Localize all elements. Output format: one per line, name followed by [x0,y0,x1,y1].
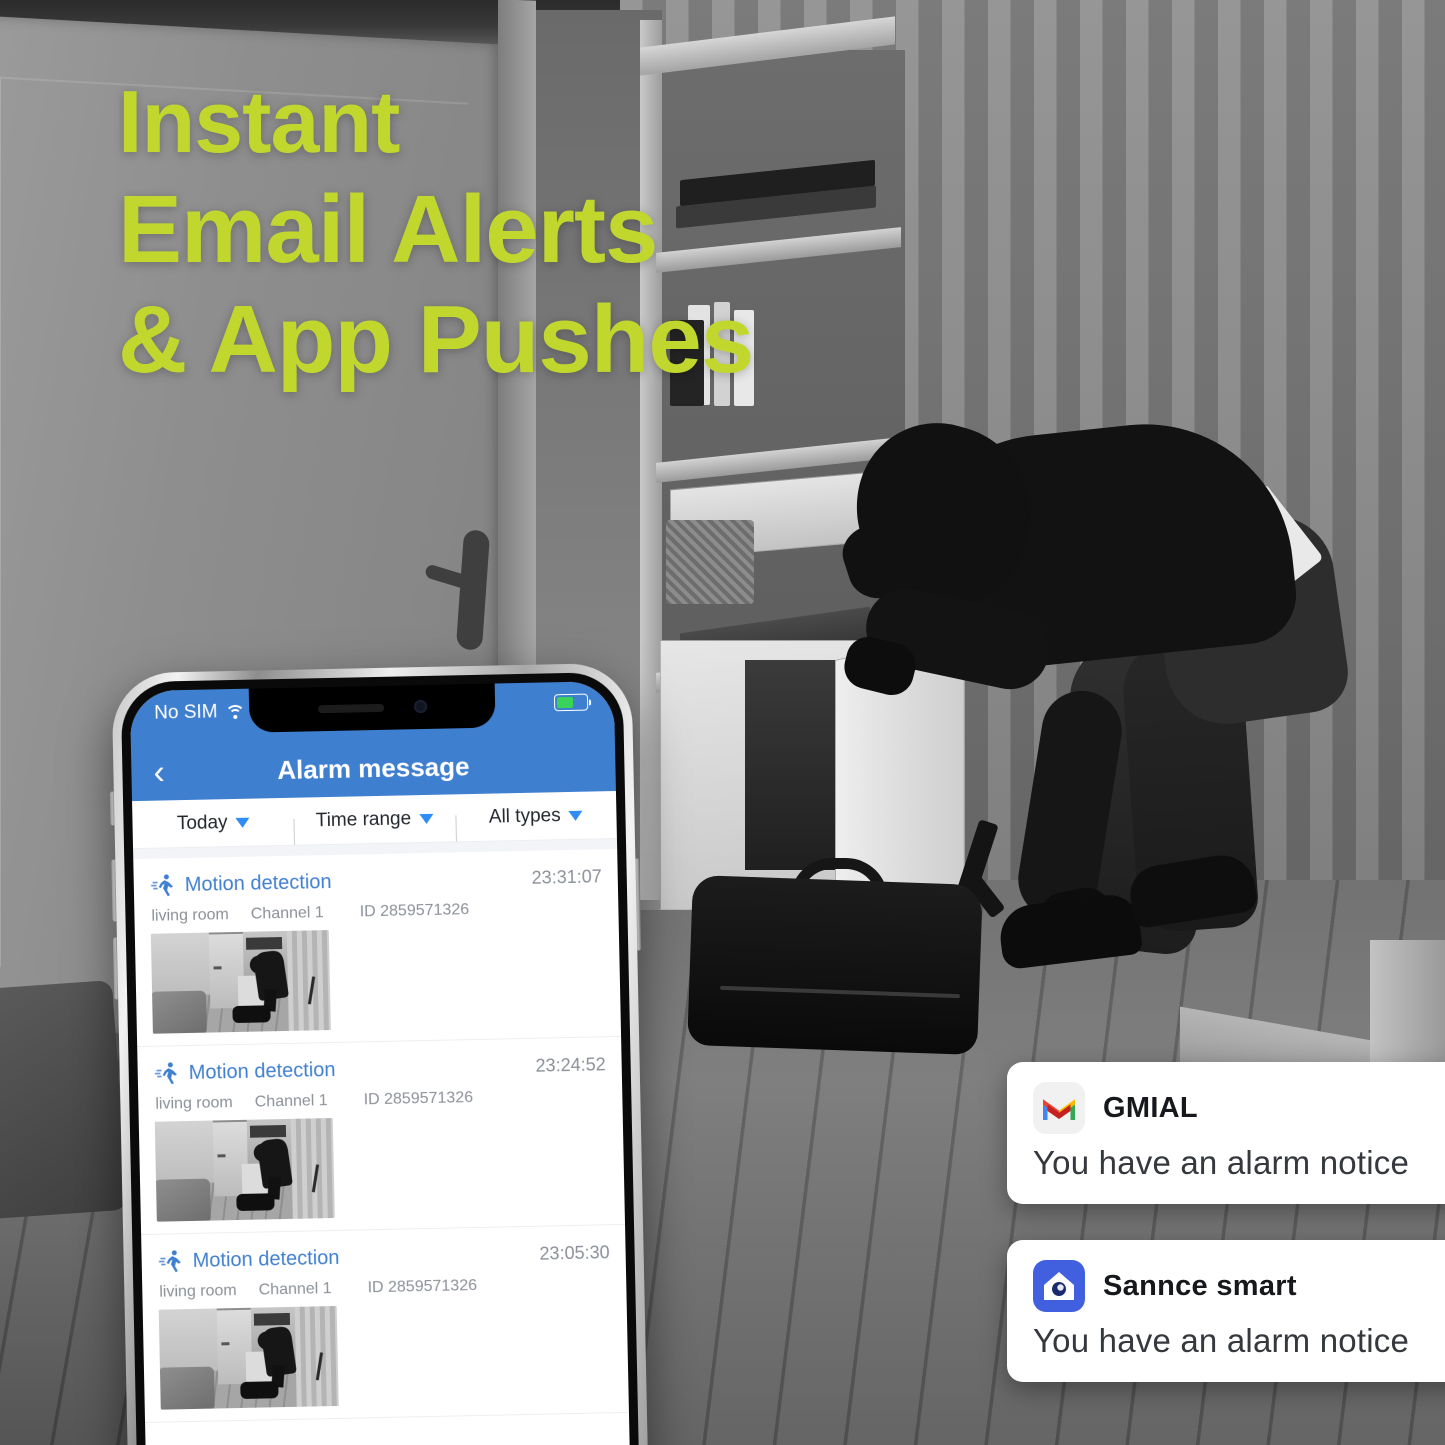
filter-all-types[interactable]: All types [455,803,617,828]
alert-list-item[interactable]: Motion detection 23:31:07 living room Ch… [133,848,622,1048]
alert-metadata: living room Channel 1 ID 2859571326 [151,898,602,925]
alert-list-item[interactable]: Motion detection 23:05:30 living room Ch… [141,1224,629,1423]
filter-time-range-label: Time range [315,807,412,831]
running-person-icon [158,1250,181,1273]
filter-today-label: Today [176,811,228,834]
phone-screen: No SIM ‹ Alarm message Today Time range … [129,681,631,1445]
alert-location: living room [151,906,229,925]
alert-location: living room [159,1282,237,1301]
alert-type-label: Motion detection [184,870,332,896]
notification-card-gmail[interactable]: GMIAL You have an alarm notice [1007,1062,1445,1204]
phone-notch [248,682,496,733]
notification-header: Sannce smart [1033,1260,1445,1312]
gmail-icon [1033,1082,1085,1134]
headline-line-1: Instant [118,72,400,171]
front-camera-icon [413,699,427,714]
phone-mockup: No SIM ‹ Alarm message Today Time range … [109,662,649,1445]
earpiece-speaker-icon [317,703,384,713]
chevron-down-icon [235,817,250,828]
notification-app-name: GMIAL [1103,1091,1198,1124]
notification-message: You have an alarm notice [1033,1144,1410,1181]
back-chevron-icon[interactable]: ‹ [153,753,188,791]
filter-all-types-label: All types [488,804,561,828]
alert-channel: Channel 1 [250,904,324,923]
alert-channel: Channel 1 [258,1280,332,1299]
alert-type-label: Motion detection [192,1246,340,1272]
notification-card-sannce[interactable]: Sannce smart You have an alarm notice [1007,1240,1445,1382]
headline-overlay: Instant Email Alerts & App Pushes [118,72,754,393]
headline-line-2: Email Alerts [118,176,658,283]
page-title: Alarm message [276,750,470,785]
alert-timestamp: 23:31:07 [531,865,602,888]
alert-id: ID 2859571326 [367,1277,478,1297]
headline-line-3: & App Pushes [118,286,754,393]
alert-location: living room [155,1094,233,1113]
notification-message: You have an alarm notice [1033,1322,1410,1359]
alert-timestamp: 23:24:52 [535,1053,606,1076]
alert-thumbnail[interactable] [154,1117,335,1222]
burglar-shoe [996,891,1144,971]
running-person-icon [151,874,174,897]
battery-icon [553,693,589,712]
alert-id: ID 2859571326 [359,901,470,921]
alert-header: Motion detection 23:05:30 [157,1239,610,1274]
chevron-down-icon [419,813,434,824]
filter-today[interactable]: Today [132,810,294,835]
alert-id: ID 2859571326 [363,1089,474,1109]
status-bar-right [553,693,589,712]
app-nav-bar: ‹ Alarm message [130,735,616,802]
alert-timestamp: 23:05:30 [539,1241,610,1264]
running-person-icon [155,1062,177,1085]
filter-time-range[interactable]: Time range [294,807,456,832]
duffel-bag [687,874,983,1056]
alert-header: Motion detection 23:24:52 [153,1051,606,1086]
alert-thumbnail[interactable] [150,930,331,1034]
notification-app-name: Sannce smart [1103,1269,1297,1302]
alert-header: Motion detection 23:31:07 [150,863,602,898]
alert-list-item[interactable]: Motion detection 23:24:52 living room Ch… [137,1036,626,1236]
alert-channel: Channel 1 [254,1092,328,1111]
notification-header: GMIAL [1033,1082,1445,1134]
phone-frame: No SIM ‹ Alarm message Today Time range … [111,662,649,1445]
sofa-corner [0,980,128,1220]
alert-type-label: Motion detection [188,1058,336,1084]
chevron-down-icon [568,810,583,821]
alert-metadata: living room Channel 1 ID 2859571326 [159,1274,610,1301]
battery-fill [556,696,574,709]
carrier-label: No SIM [153,701,218,724]
sannce-home-camera-icon [1033,1260,1085,1312]
alert-thumbnail[interactable] [158,1305,339,1410]
alert-metadata: living room Channel 1 ID 2859571326 [155,1086,606,1113]
wifi-icon [225,704,246,725]
phone-bezel: No SIM ‹ Alarm message Today Time range … [120,671,640,1445]
status-bar-left: No SIM [154,701,246,725]
